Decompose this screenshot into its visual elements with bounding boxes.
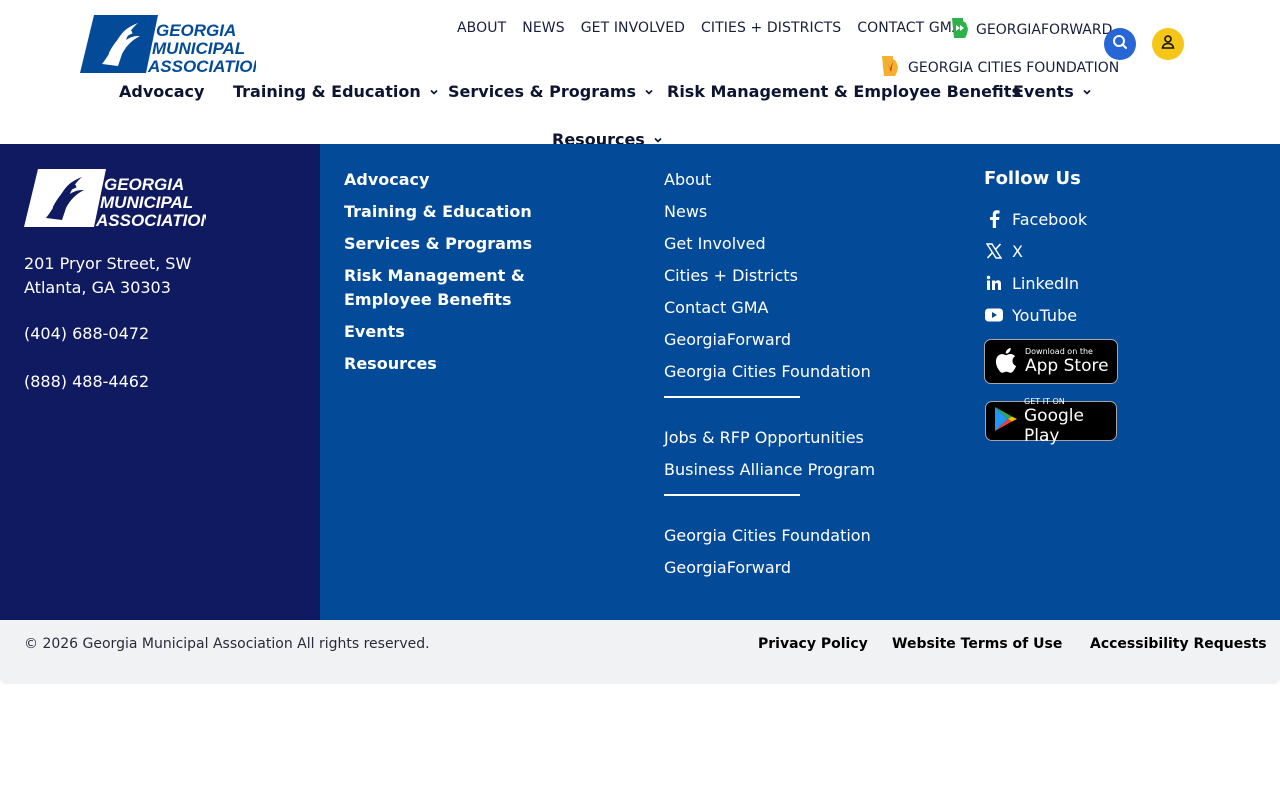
nav-advocacy-label: Advocacy (119, 82, 205, 101)
search-button[interactable] (1104, 28, 1136, 60)
search-icon (1112, 34, 1128, 54)
footer-logo-line-3: ASSOCIATION (95, 211, 206, 228)
footer-link-georgiaforward-2[interactable]: GeorgiaForward (664, 556, 924, 580)
footer-secondary-links: About News Get Involved Cities + Distric… (664, 168, 924, 588)
gcf-label: GEORGIA CITIES FOUNDATION (908, 60, 1120, 76)
gplay-small-text: GET IT ON (1024, 396, 1065, 406)
footer-link-services[interactable]: Services & Programs (344, 232, 564, 256)
gcf-link[interactable]: GEORGIA CITIES FOUNDATION (880, 55, 1119, 81)
footer-link-georgiaforward[interactable]: GeorgiaForward (664, 328, 924, 352)
chevron-down-icon (1082, 82, 1092, 101)
phone-tollfree[interactable]: (888) 488-4462 (24, 372, 149, 391)
footer-gma-logo[interactable]: GEORGIA MUNICIPAL ASSOCIATION (24, 168, 214, 230)
social-facebook[interactable]: Facebook (984, 207, 1244, 231)
nav-services-label: Services & Programs (448, 82, 637, 101)
google-play-icon (994, 406, 1018, 436)
youtube-label: YouTube (1012, 305, 1078, 325)
chevron-down-icon (429, 82, 439, 101)
footer-follow: Follow Us Facebook X LinkedIn YouTube Do… (984, 168, 1244, 446)
facebook-label: Facebook (1012, 209, 1088, 229)
google-play-badge[interactable]: GET IT ON Google Play (985, 397, 1117, 446)
georgiaforward-label: GEORGIAFORWARD (976, 22, 1113, 38)
chevron-down-icon (644, 82, 654, 101)
footer-link-cities-districts[interactable]: Cities + Districts (664, 264, 924, 288)
address-line-2: Atlanta, GA 30303 (24, 278, 171, 297)
facebook-icon (984, 209, 1004, 229)
footer-link-get-involved[interactable]: Get Involved (664, 232, 924, 256)
gplay-big-text: Google Play (1024, 405, 1084, 446)
nav-training-education[interactable]: Training & Education (233, 82, 439, 101)
utility-nav: ABOUT NEWS GET INVOLVED CITIES + DISTRIC… (457, 20, 978, 36)
nav-events[interactable]: Events (1013, 82, 1092, 101)
footer-bottom-bar: © 2026 Georgia Municipal Association All… (0, 620, 1280, 684)
footer-primary-links: Advocacy Training & Education Services &… (344, 168, 564, 384)
address-line-1: 201 Pryor Street, SW (24, 254, 192, 273)
nav-risk-management[interactable]: Risk Management & Employee Benefits (667, 82, 1021, 101)
util-link-news[interactable]: NEWS (522, 20, 564, 36)
social-linkedin[interactable]: LinkedIn (984, 271, 1244, 295)
app-store-badge[interactable]: Download on the App Store (984, 339, 1118, 384)
account-button[interactable] (1152, 28, 1184, 60)
nav-events-label: Events (1013, 82, 1074, 101)
footer-logo-line-2: MUNICIPAL (100, 193, 193, 212)
terms-of-use-link[interactable]: Website Terms of Use (892, 636, 1062, 652)
appstore-big-text: App Store (1025, 356, 1109, 376)
linkedin-icon (984, 273, 1004, 293)
nav-services-programs[interactable]: Services & Programs (448, 82, 654, 101)
util-link-contact-gma[interactable]: CONTACT GMA (857, 20, 961, 36)
footer-link-gcf[interactable]: Georgia Cities Foundation (664, 360, 924, 384)
gma-logo[interactable]: GEORGIA MUNICIPAL ASSOCIATION (80, 14, 266, 76)
nav-risk-label: Risk Management & Employee Benefits (667, 82, 1021, 101)
logo-line-3: ASSOCIATION (147, 57, 256, 74)
linkedin-label: LinkedIn (1012, 273, 1080, 293)
accessibility-requests-link[interactable]: Accessibility Requests (1090, 636, 1267, 652)
footer-links-panel: Advocacy Training & Education Services &… (320, 144, 1280, 620)
nav-training-label: Training & Education (233, 82, 421, 101)
apple-icon (995, 346, 1019, 378)
georgiaforward-link[interactable]: GEORGIAFORWARD (950, 17, 1112, 43)
footer-logo-line-1: GEORGIA (104, 175, 184, 194)
util-link-about[interactable]: ABOUT (457, 20, 506, 36)
social-youtube[interactable]: YouTube (984, 303, 1244, 327)
footer-link-events[interactable]: Events (344, 320, 564, 344)
util-link-cities-districts[interactable]: CITIES + DISTRICTS (701, 20, 841, 36)
logo-line-2: MUNICIPAL (152, 39, 245, 58)
social-x[interactable]: X (984, 239, 1244, 263)
georgiaforward-icon (950, 17, 970, 43)
logo-line-1: GEORGIA (156, 21, 236, 40)
footer-link-training[interactable]: Training & Education (344, 200, 564, 224)
phone-primary[interactable]: (404) 688-0472 (24, 324, 149, 343)
divider (664, 494, 800, 496)
copyright: © 2026 Georgia Municipal Association All… (24, 636, 430, 652)
follow-heading: Follow Us (984, 168, 1081, 189)
x-label: X (1012, 241, 1023, 261)
footer-link-jobs-rfp[interactable]: Jobs & RFP Opportunities (664, 426, 924, 450)
footer-link-about[interactable]: About (664, 168, 924, 192)
footer-link-advocacy[interactable]: Advocacy (344, 168, 564, 192)
gcf-icon (880, 55, 900, 81)
nav-advocacy[interactable]: Advocacy (119, 82, 204, 101)
footer-link-risk[interactable]: Risk Management & Employee Benefits (344, 264, 564, 312)
appstore-small-text: Download on the (1025, 347, 1093, 356)
footer-link-news[interactable]: News (664, 200, 924, 224)
site-header: GEORGIA MUNICIPAL ASSOCIATION ABOUT NEWS… (0, 0, 1280, 149)
x-icon (984, 241, 1004, 261)
address: 201 Pryor Street, SW Atlanta, GA 30303 (24, 252, 191, 300)
privacy-policy-link[interactable]: Privacy Policy (758, 636, 868, 652)
footer-contact-panel: GEORGIA MUNICIPAL ASSOCIATION 201 Pryor … (0, 144, 320, 620)
footer-link-business-alliance[interactable]: Business Alliance Program (664, 458, 924, 482)
divider (664, 396, 800, 398)
footer-link-resources[interactable]: Resources (344, 352, 564, 376)
footer-link-contact-gma[interactable]: Contact GMA (664, 296, 924, 320)
user-icon (1160, 34, 1176, 54)
youtube-icon (984, 305, 1004, 325)
util-link-get-involved[interactable]: GET INVOLVED (581, 20, 685, 36)
footer-link-gcf-2[interactable]: Georgia Cities Foundation (664, 524, 924, 548)
